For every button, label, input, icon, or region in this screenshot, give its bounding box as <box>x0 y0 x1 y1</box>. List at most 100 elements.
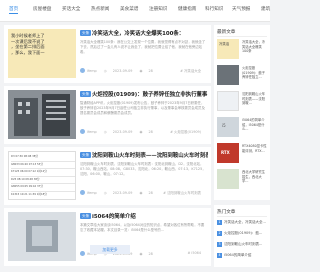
article-description: 智通财经APP讯，火炬控股(01909)发布公告，鼓子养锌于2023年9月7日获… <box>80 101 205 116</box>
article-date: 2023-09-09 <box>112 190 133 195</box>
avatar <box>80 251 85 256</box>
article-title[interactable]: 火炬控股(01909)：鼓子养锌任独立非执行董事 <box>92 90 208 98</box>
sidebar-latest-item[interactable]: 火炬控股(01909)：鼓子养锌任独立... <box>217 65 268 87</box>
rank-badge: 4 <box>217 253 222 258</box>
timetable-row: K7125 06:00 07:12 1时12分 <box>11 169 75 177</box>
hot-item[interactable]: 4 i5064的简单介绍 <box>217 253 268 258</box>
thumb-line: 老师上了 <box>27 33 45 38</box>
eye-icon: ◉ <box>139 68 143 73</box>
article-description: 本篇文章给大家谈谈i5064，以及i5064对应的知识点，希望对各位有所帮助，不… <box>80 223 205 233</box>
author: ifemp <box>80 68 97 73</box>
nav-item-recipes[interactable]: 美食菜谱 <box>120 6 138 12</box>
sidebar-item-text[interactable]: 沈阳到鞍山火车时刻表——沈阳到鞍... <box>242 92 268 106</box>
nav-item-news[interactable]: 热点新闻 <box>91 6 109 12</box>
hot-item[interactable]: 2 火炬控股(01909)：鼓... <box>217 231 268 236</box>
article-category[interactable]: # 火炬控股(01909) <box>170 129 201 134</box>
view-count: 28 <box>148 190 153 195</box>
divider <box>217 216 267 217</box>
rank-badge: 3 <box>217 242 222 247</box>
thumb-line: ，我下面一 <box>23 49 45 55</box>
sidebar-item-text[interactable]: RTX4080显卡性能评测，RTX... <box>242 144 268 158</box>
eye-icon: ◉ <box>139 129 143 134</box>
thumbnail-text: 我小时候老师上了 一次课后我不说了 ，坐在第二排后面 ，那么，我下面一 <box>11 33 73 55</box>
avatar <box>80 129 85 134</box>
sidebar-latest-item[interactable]: i5 i5064的简单介绍，i5064是什么... <box>217 117 268 139</box>
article-thumbnail[interactable] <box>8 90 76 139</box>
sidebar-item-text[interactable]: 火炬控股(01909)：鼓子养锌任独立... <box>242 66 268 80</box>
nav-item-register[interactable]: 注册知识 <box>149 6 167 12</box>
view-count: 28 <box>148 129 153 134</box>
sidebar-item-text[interactable]: 西北大学研究生招生，西北大学... <box>242 170 268 184</box>
rank-badge: 1 <box>217 220 222 225</box>
article-description: 沈阳到鞍山火车时刻表，沈阳到鞍山火车时刻表：沈阳北到鞍山，D2，沈阳北站，07:… <box>80 162 206 177</box>
timetable-row: D3 07:30 08:08 38分 <box>11 154 75 162</box>
article-date: 2023-09-09 <box>112 129 133 134</box>
article-card[interactable]: D3 07:30 08:08 38分 G8033 06:20 07:13 53分 K… <box>4 147 211 205</box>
article-title[interactable]: 沈阳到鞍山火车时刻表——沈阳到鞍山火车时刻表查询12... <box>92 151 208 159</box>
avatar <box>80 190 85 195</box>
nav-item-tech[interactable]: 科行知识 <box>205 6 223 12</box>
sidebar-thumbnail: i5 <box>217 117 239 137</box>
article-thumbnail[interactable] <box>8 212 76 261</box>
hot-articles-box: 热门文章 1 冷笑话大全，冷笑话大全... 2 火炬控股(01909)：鼓... 3… <box>214 205 270 267</box>
nav-item-weather[interactable]: 天气预报 <box>232 6 250 12</box>
author: ifemp <box>80 190 97 195</box>
load-more-button[interactable]: 加载更多 <box>90 245 130 254</box>
top-nav: 首页 房屋楼盘 买话大全 热点新闻 美食菜谱 注册知识 健康指南 科行知识 天气… <box>0 0 270 22</box>
timetable-row: G8033 06:20 07:13 53分 <box>11 162 75 170</box>
article-meta: ifemp ◷ 2023-09-09 ◉ 28 # 沈阳到鞍山火车时刻表 <box>80 190 207 195</box>
timetable-image: D3 07:30 08:08 38分 G8033 06:20 07:13 53分 K… <box>11 154 75 199</box>
cpu-image <box>8 212 76 261</box>
clock-icon: ◷ <box>103 129 107 134</box>
article-date: 2023-09-09 <box>112 68 133 73</box>
nav-item-home[interactable]: 首页 <box>9 6 19 14</box>
hot-item-text[interactable]: 火炬控股(01909)：鼓... <box>224 231 262 235</box>
article-category[interactable]: # 沈阳到鞍山火车时刻表 <box>163 190 201 195</box>
article-meta: ifemp ◷ 2023-09-09 ◉ 28 # 冷笑话大全 <box>80 68 207 73</box>
thumb-line: 一次课后 <box>11 38 28 44</box>
hot-item-text[interactable]: 沈阳到鞍山火车时刻表... <box>224 242 262 246</box>
view-count: 28 <box>148 68 153 73</box>
hot-item[interactable]: 1 冷笑话大全，冷笑话大全... <box>217 220 268 225</box>
rank-badge: 2 <box>217 231 222 236</box>
thumb-line: ，坐在第 <box>11 44 28 50</box>
eye-icon: ◉ <box>139 251 143 256</box>
hot-item[interactable]: 3 沈阳到鞍山火车时刻表... <box>217 242 268 247</box>
nav-item-health[interactable]: 健康指南 <box>178 6 196 12</box>
nav-item-jokes[interactable]: 买话大全 <box>62 6 80 12</box>
timetable-row: K1315 10:21 11:39 1时18分 <box>11 192 75 199</box>
thumb-line: 我不说了 <box>27 38 45 44</box>
hot-item-text[interactable]: i5064的简单介绍 <box>224 253 251 257</box>
article-title[interactable]: 冷笑话大全，冷笑话大全爆笑100条： <box>92 29 208 37</box>
author: ifemp <box>80 129 97 134</box>
sidebar-thumbnail <box>217 65 239 85</box>
clock-icon: ◷ <box>103 68 107 73</box>
sidebar-thumbnail <box>217 169 239 189</box>
sidebar-latest-item[interactable]: 冷笑话 冷笑话大全，冷笑话大全爆笑100条 <box>217 39 268 61</box>
article-card[interactable]: 头条 i5064的简单介绍 本篇文章给大家谈谈i5064，以及i5064对应的知… <box>4 208 211 266</box>
article-meta: ifemp ◷ 2023-09-09 ◉ 28 # 火炬控股(01909) <box>80 129 207 134</box>
sidebar-latest-item[interactable]: RTX RTX4080显卡性能评测，RTX... <box>217 143 268 165</box>
article-card[interactable]: 头条 火炬控股(01909)：鼓子养锌任独立非执行董事 智通财经APP讯，火炬控… <box>4 86 211 144</box>
article-tag: 头条 <box>80 30 92 36</box>
article-card[interactable]: 我小时候老师上了 一次课后我不说了 ，坐在第二排后面 ，那么，我下面一 头条 冷… <box>4 25 211 83</box>
nav-item-housing[interactable]: 房屋楼盘 <box>33 6 51 12</box>
sidebar-item-text[interactable]: i5064的简单介绍，i5064是什么... <box>242 118 268 132</box>
sidebar-item-text[interactable]: 冷笑话大全，冷笑话大全爆笑100条 <box>242 40 268 54</box>
author-name: ifemp <box>87 68 97 73</box>
article-category[interactable]: # i5064 <box>188 251 202 255</box>
article-thumbnail[interactable]: D3 07:30 08:08 38分 G8033 06:20 07:13 53分 K… <box>8 151 76 200</box>
hot-articles-title: 热门文章 <box>217 210 236 215</box>
article-tag: 头条 <box>80 91 92 97</box>
article-thumbnail[interactable]: 我小时候老师上了 一次课后我不说了 ，坐在第二排后面 ，那么，我下面一 <box>8 29 76 78</box>
torch-building-image <box>8 90 76 139</box>
hot-item-text[interactable]: 冷笑话大全，冷笑话大全... <box>224 220 266 224</box>
sidebar-latest-item[interactable]: 西北大学研究生招生，西北大学... <box>217 169 268 191</box>
sidebar-thumbnail: 冷笑话 <box>217 39 239 59</box>
sidebar-latest-item[interactable]: 沈阳到鞍山火车时刻表——沈阳到鞍... <box>217 91 268 113</box>
article-title[interactable]: i5064的简单介绍 <box>92 212 208 220</box>
thumb-line: 我小时候 <box>11 33 28 38</box>
nav-item-building[interactable]: 建筑 <box>261 6 270 12</box>
article-category[interactable]: # 冷笑话大全 <box>180 68 201 73</box>
eye-icon: ◉ <box>139 190 143 195</box>
